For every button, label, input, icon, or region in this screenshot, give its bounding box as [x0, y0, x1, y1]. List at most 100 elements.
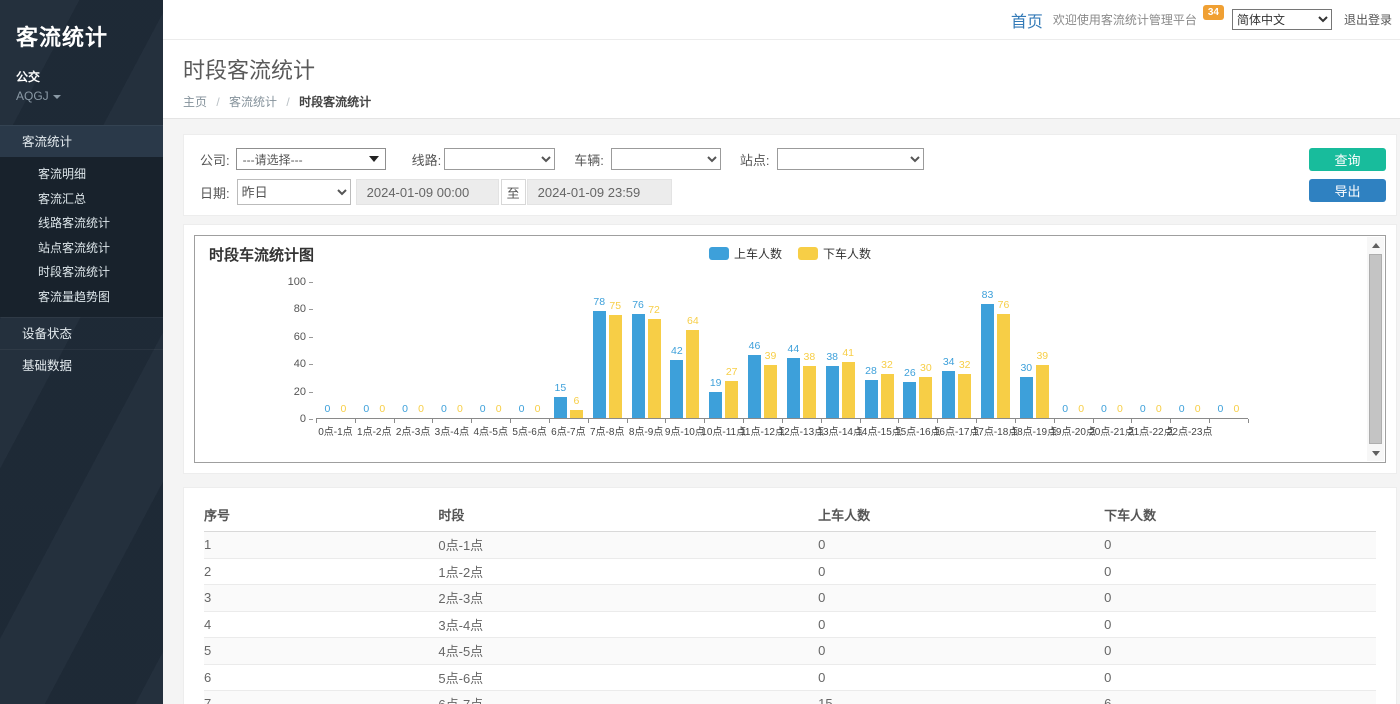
legend-label: 上车人数: [734, 245, 782, 262]
table-cell: 6: [1104, 691, 1376, 704]
x-axis-label: 16点-17点: [937, 423, 976, 438]
y-tick-label: 60: [294, 331, 306, 343]
bar-下车人数: [609, 315, 622, 418]
chart-x-labels: 0点-1点1点-2点2点-3点3点-4点4点-5点5点-6点6点-7点7点-8点…: [316, 423, 1248, 438]
sidebar-subitem-站点客流统计[interactable]: 站点客流统计: [0, 236, 163, 261]
table-cell: 0: [818, 638, 1104, 665]
bar-value-label: 46: [749, 340, 761, 352]
bar-value-label: 0: [379, 403, 385, 415]
bar-value-label: 0: [1218, 403, 1224, 415]
chart-y-axis: 020406080100: [195, 236, 316, 462]
bar-group: 78: [593, 282, 606, 418]
bar-group: 0: [1191, 282, 1204, 418]
x-axis-label: 5点-6点: [510, 423, 549, 438]
chart-scrollbar[interactable]: [1367, 237, 1384, 461]
logout-link[interactable]: 退出登录: [1344, 11, 1392, 28]
home-link[interactable]: 首页: [1011, 8, 1043, 32]
bar-group: 0: [1097, 282, 1110, 418]
vehicle-select[interactable]: [611, 148, 721, 170]
to-label: 至: [501, 179, 526, 205]
bar-下车人数: [686, 330, 699, 418]
table-header-时段: 时段: [438, 500, 818, 532]
date-from-input[interactable]: [356, 179, 499, 205]
bar-value-label: 32: [881, 359, 893, 371]
org-selector[interactable]: AQGJ: [16, 89, 147, 103]
bar-group: 6: [570, 282, 583, 418]
bar-上车人数: [787, 358, 800, 418]
bar-上车人数: [748, 355, 761, 418]
table-cell: 7: [204, 691, 438, 704]
x-axis-label: 21点-22点: [1131, 423, 1170, 438]
search-button[interactable]: 查询: [1309, 148, 1386, 171]
sidebar-subitem-客流量趋势图[interactable]: 客流量趋势图: [0, 285, 163, 310]
chart-box: 时段车流统计图 上车人数下车人数 020406080100 0000000000…: [194, 235, 1386, 463]
export-button[interactable]: 导出: [1309, 179, 1386, 202]
sidebar-subitem-线路客流统计[interactable]: 线路客流统计: [0, 211, 163, 236]
chart-category: 00: [1209, 282, 1248, 418]
bar-group: 0: [399, 282, 412, 418]
sidebar-subitem-客流明细[interactable]: 客流明细: [0, 162, 163, 187]
legend-item-下车人数[interactable]: 下车人数: [798, 245, 871, 262]
sidebar-item-基础数据[interactable]: 基础数据: [0, 349, 163, 381]
table-cell: 0: [1104, 532, 1376, 559]
table-cell: 0: [1104, 558, 1376, 585]
bar-group: 0: [1136, 282, 1149, 418]
sidebar-item-客流统计[interactable]: 客流统计: [0, 125, 163, 157]
bar-value-label: 0: [1062, 403, 1068, 415]
bar-group: 0: [453, 282, 466, 418]
scrollbar-down-arrow[interactable]: [1367, 445, 1384, 461]
table-cell: 0: [818, 532, 1104, 559]
x-axis-label: 8点-9点: [627, 423, 666, 438]
company-select[interactable]: ---请选择---: [236, 148, 386, 170]
page-header: 时段客流统计 主页 / 客流统计 / 时段客流统计: [163, 40, 1400, 119]
notification-badge[interactable]: 34: [1203, 5, 1224, 20]
bar-group: 0: [1113, 282, 1126, 418]
breadcrumb-current: 时段客流统计: [299, 95, 371, 109]
x-axis-label: 7点-8点: [588, 423, 627, 438]
x-axis-tick: [1248, 419, 1249, 423]
table-row: 65点-6点00: [204, 664, 1376, 691]
bar-group: 0: [1075, 282, 1088, 418]
chart-category: 3841: [821, 282, 860, 418]
welcome-text: 欢迎使用客流统计管理平台: [1053, 11, 1197, 28]
date-to-input[interactable]: [527, 179, 672, 205]
table-cell: 2点-3点: [438, 585, 818, 612]
scrollbar-up-arrow[interactable]: [1367, 237, 1384, 253]
breadcrumb-separator: /: [286, 95, 289, 109]
date-preset-select[interactable]: 昨日: [237, 179, 351, 205]
table-cell: 0: [818, 558, 1104, 585]
breadcrumb-home[interactable]: 主页: [183, 95, 207, 109]
x-axis-label: 13点-14点: [821, 423, 860, 438]
bar-value-label: 64: [687, 315, 699, 327]
sidebar-item-设备状态[interactable]: 设备状态: [0, 317, 163, 349]
bar-group: 0: [1175, 282, 1188, 418]
sidebar-subitem-时段客流统计[interactable]: 时段客流统计: [0, 260, 163, 285]
bar-group: 72: [648, 282, 661, 418]
chart-category: 3039: [1015, 282, 1054, 418]
legend-item-上车人数[interactable]: 上车人数: [709, 245, 782, 262]
bar-value-label: 0: [1156, 403, 1162, 415]
bar-value-label: 30: [920, 362, 932, 374]
scrollbar-thumb[interactable]: [1369, 254, 1382, 444]
breadcrumb-section[interactable]: 客流统计: [229, 95, 277, 109]
bar-value-label: 19: [710, 377, 722, 389]
chart-category: 1927: [704, 282, 743, 418]
bar-value-label: 41: [842, 347, 854, 359]
bar-下车人数: [648, 319, 661, 418]
table-cell: 1点-2点: [438, 558, 818, 585]
chart-category: 00: [1170, 282, 1209, 418]
page-title: 时段客流统计: [183, 53, 1400, 85]
table-row: 43点-4点00: [204, 611, 1376, 638]
sidebar-subitem-客流汇总[interactable]: 客流汇总: [0, 187, 163, 212]
bar-group: 76: [997, 282, 1010, 418]
sidebar: 客流统计 公交 AQGJ 客流统计客流明细客流汇总线路客流统计站点客流统计时段客…: [0, 0, 163, 704]
line-select[interactable]: [444, 148, 555, 170]
bar-group: 83: [981, 282, 994, 418]
x-axis-label: 14点-15点: [860, 423, 899, 438]
table-row: 32点-3点00: [204, 585, 1376, 612]
station-select[interactable]: [777, 148, 924, 170]
x-axis-label: 2点-3点: [394, 423, 433, 438]
language-select[interactable]: 简体中文: [1232, 9, 1332, 30]
table-cell: 0: [1104, 664, 1376, 691]
station-label: 站点:: [740, 150, 770, 169]
